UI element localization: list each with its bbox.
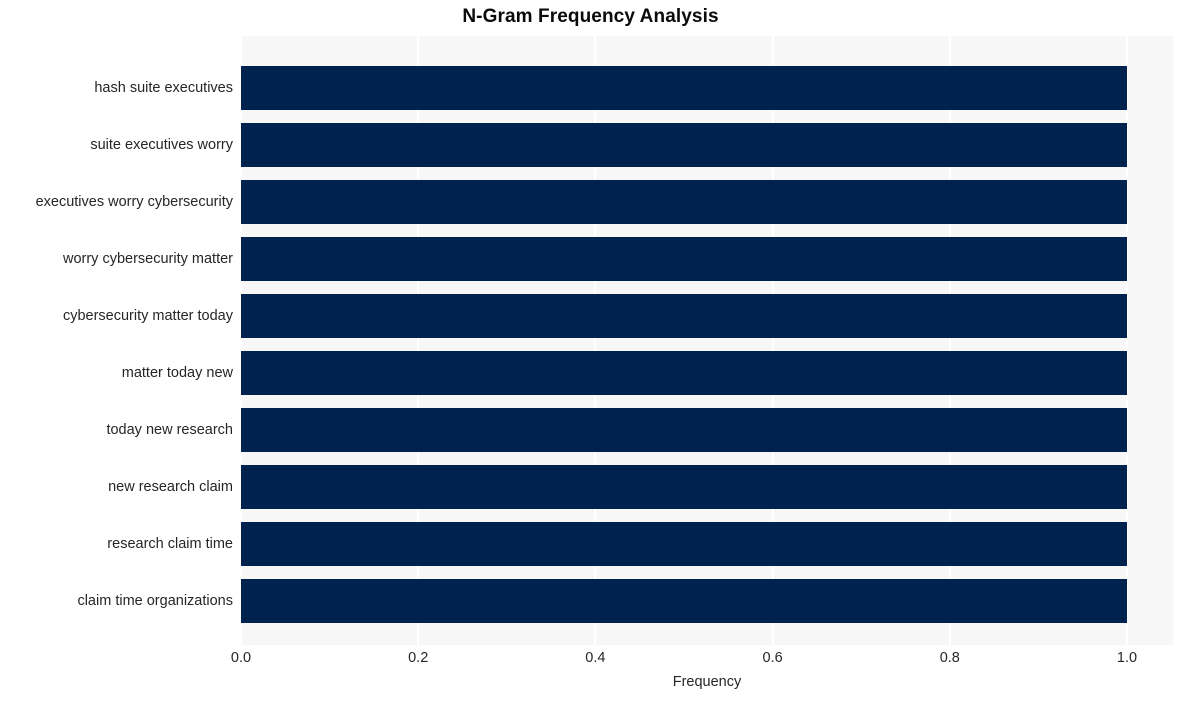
x-axis-tick-labels: 0.0 0.2 0.4 0.6 0.8 1.0 xyxy=(0,0,1181,701)
x-tick-label: 0.4 xyxy=(585,650,606,666)
x-tick-label: 0.2 xyxy=(408,650,429,666)
x-tick-label: 0.0 xyxy=(230,650,252,666)
x-tick-label: 0.6 xyxy=(762,650,783,666)
x-tick-label: 1.0 xyxy=(1116,650,1138,666)
x-axis-title: Frequency xyxy=(672,674,742,690)
ngram-frequency-chart: N-Gram Frequency Analysis hash suite exe… xyxy=(0,0,1181,701)
x-tick-label: 0.8 xyxy=(939,650,960,666)
